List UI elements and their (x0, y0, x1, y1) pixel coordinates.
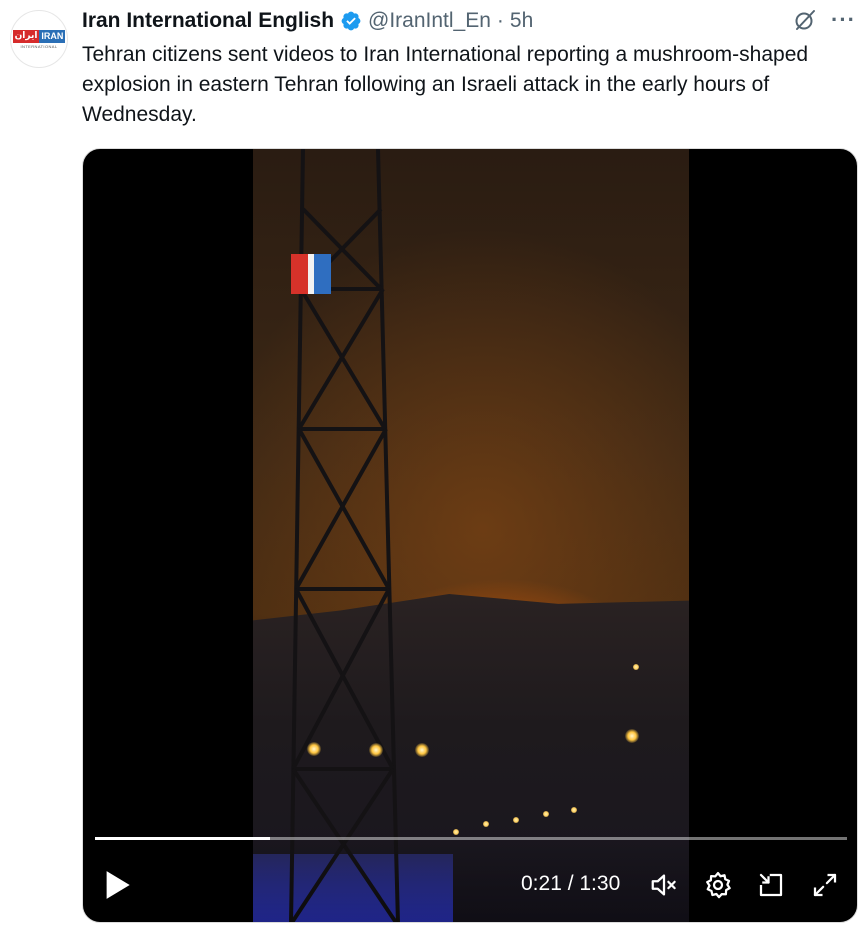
logo-english-text: IRAN (39, 29, 66, 43)
video-watermark-logo (291, 254, 331, 294)
distant-light (633, 664, 639, 670)
play-icon[interactable] (103, 870, 131, 900)
video-player[interactable]: 0:21 / 1:30 (82, 148, 858, 923)
more-icon[interactable]: ··· (831, 9, 856, 31)
distant-light (513, 817, 519, 823)
mute-icon[interactable] (649, 870, 679, 900)
timestamp[interactable]: 5h (510, 9, 533, 33)
dock-icon[interactable] (756, 870, 786, 900)
tweet-text: Tehran citizens sent videos to Iran Inte… (82, 43, 809, 126)
street-light (625, 729, 639, 743)
street-light (307, 742, 321, 756)
separator-dot: · (496, 9, 504, 32)
distant-light (571, 807, 577, 813)
tweet-header: Iran International English @IranIntl_En … (82, 6, 533, 36)
author-name[interactable]: Iran International English (82, 9, 334, 33)
logo-subtitle: INTERNATIONAL (20, 43, 58, 49)
grok-icon[interactable] (793, 8, 817, 32)
street-light (369, 743, 383, 757)
street-light (415, 743, 429, 757)
distant-light (483, 821, 489, 827)
settings-icon[interactable] (703, 870, 733, 900)
video-progress-fill (95, 837, 271, 840)
iran-international-logo: ایران IRAN INTERNATIONAL (12, 29, 66, 49)
distant-light (543, 811, 549, 817)
author-handle[interactable]: @IranIntl_En (368, 9, 491, 33)
video-time-readout: 0:21 / 1:30 (521, 872, 621, 895)
fullscreen-icon[interactable] (810, 870, 840, 900)
logo-farsi-text: ایران (12, 29, 40, 43)
video-frame[interactable] (253, 149, 689, 922)
tweet-actions-top: ··· (793, 8, 856, 32)
video-controls: 0:21 / 1:30 (83, 832, 857, 922)
avatar[interactable]: ایران IRAN INTERNATIONAL (10, 10, 68, 68)
video-progress-bar[interactable] (95, 837, 847, 840)
verified-badge-icon[interactable] (340, 10, 362, 32)
